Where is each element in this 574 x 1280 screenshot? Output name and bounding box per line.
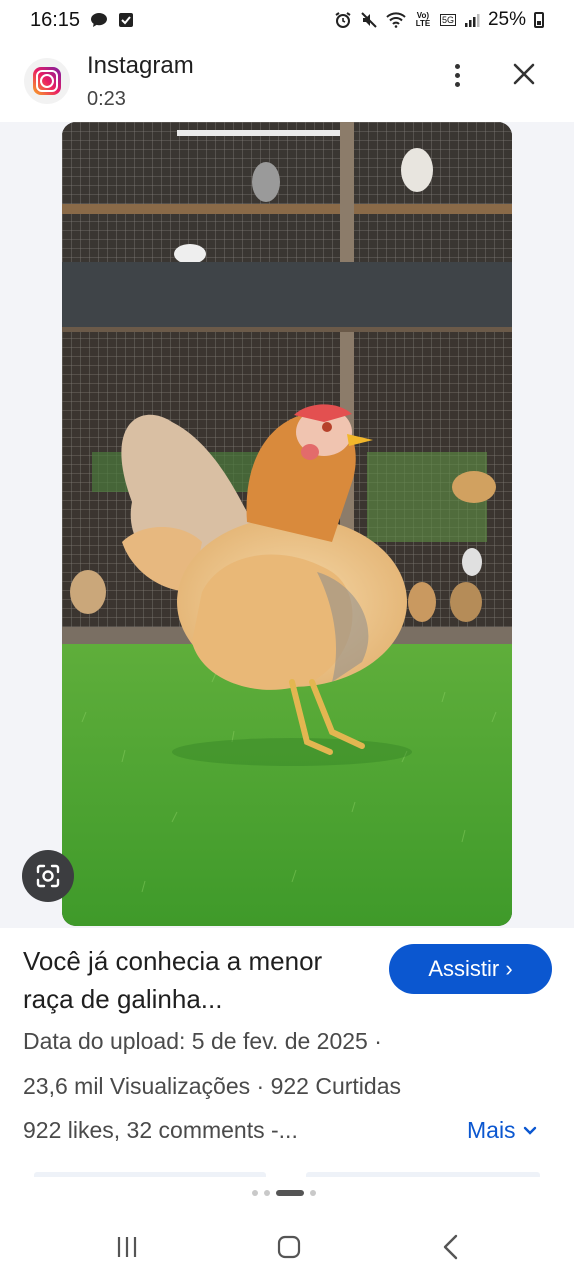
more-button[interactable]: Mais — [467, 1117, 538, 1144]
recent-apps-button[interactable] — [114, 1235, 140, 1259]
page-dot — [252, 1190, 258, 1196]
app-logo — [24, 58, 70, 104]
more-vert-dot — [454, 81, 460, 87]
related-card-left[interactable] — [34, 1172, 266, 1177]
more-options-button[interactable] — [440, 58, 474, 92]
recent-apps-icon — [117, 1237, 137, 1257]
instagram-icon — [33, 67, 61, 95]
video-thumbnail[interactable] — [62, 122, 512, 926]
status-right: Vo) LTE 5G 25% — [334, 9, 544, 31]
views-likes: 23,6 mil Visualizações · 922 Curtidas — [23, 1073, 401, 1099]
chevron-down-icon — [523, 1126, 536, 1135]
battery-percent: 25% — [487, 9, 526, 30]
page-dot — [310, 1190, 316, 1196]
status-left: 16:15 — [30, 9, 134, 32]
source-app-title: Instagram — [87, 52, 194, 79]
signal-icon — [464, 12, 480, 28]
header: Instagram 0:23 — [0, 44, 574, 122]
page-dot-active — [276, 1190, 304, 1196]
more-button-label: Mais — [467, 1117, 516, 1143]
system-nav-bar — [0, 1215, 574, 1280]
page-indicator — [252, 1190, 316, 1196]
watch-button-label: Assistir › — [428, 956, 513, 981]
home-icon — [277, 1235, 301, 1259]
google-lens-button[interactable] — [22, 850, 74, 902]
back-button[interactable] — [438, 1233, 464, 1261]
mute-icon — [360, 11, 378, 29]
video-title[interactable]: Você já conhecia a menor raça de galinha… — [23, 942, 373, 1018]
more-vert-dot — [454, 72, 460, 78]
volte-label: Vo) LTE — [415, 11, 431, 28]
alarm-icon — [334, 11, 352, 29]
related-card-right[interactable] — [306, 1172, 540, 1177]
close-button[interactable] — [506, 56, 542, 92]
chat-bubble-icon — [90, 12, 108, 28]
status-bar: 16:15 Vo) LTE 5G 25% — [0, 0, 574, 40]
video-duration: 0:23 — [87, 88, 126, 110]
lens-icon — [36, 864, 60, 888]
watch-button[interactable]: Assistir › — [389, 944, 552, 994]
page-dot — [264, 1190, 270, 1196]
volte-icon: Vo) LTE — [414, 12, 432, 28]
home-button[interactable] — [276, 1234, 302, 1260]
5g-icon: 5G — [439, 14, 456, 26]
5g-label: 5G — [441, 15, 454, 25]
wifi-icon — [386, 12, 406, 28]
status-time: 16:15 — [30, 8, 81, 31]
more-vert-icon — [454, 63, 460, 69]
back-icon — [443, 1234, 458, 1260]
battery-icon — [534, 12, 544, 28]
checkbox-icon — [118, 12, 134, 28]
upload-date: Data do upload: 5 de fev. de 2025 · — [23, 1028, 382, 1054]
chicken-on-grass-image — [62, 122, 512, 926]
likes-comments: 922 likes, 32 comments -... — [23, 1117, 298, 1143]
close-icon — [513, 63, 535, 85]
